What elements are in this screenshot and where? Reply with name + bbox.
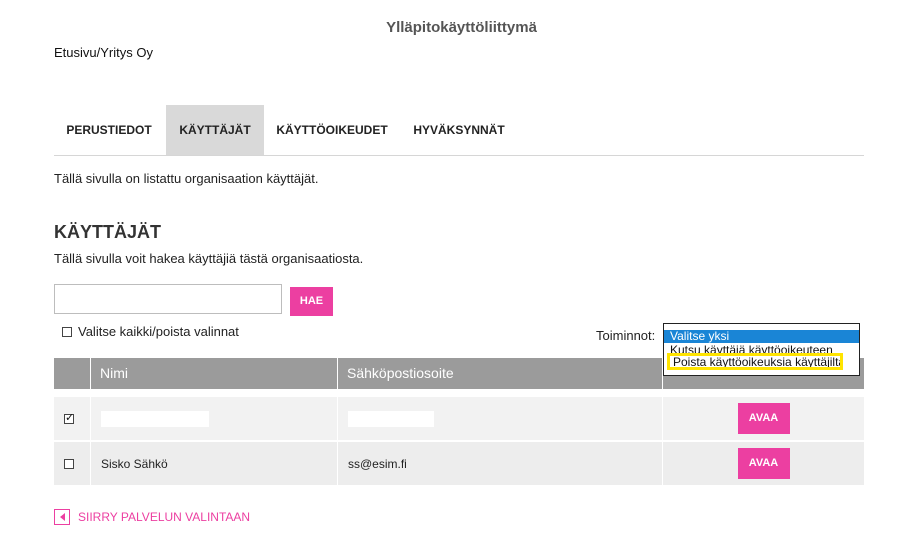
column-header-select bbox=[54, 358, 90, 389]
chevron-left-icon bbox=[54, 509, 70, 525]
dropdown-option-invite-user[interactable]: Kutsu käyttäjä käyttöoikeuteen bbox=[664, 344, 859, 353]
select-all[interactable]: Valitse kaikki/poista valinnat bbox=[62, 324, 239, 339]
breadcrumb-home-link[interactable]: Etusivu bbox=[54, 45, 97, 60]
column-header-name: Nimi bbox=[90, 358, 337, 389]
open-button[interactable]: AVAA bbox=[737, 403, 790, 434]
breadcrumb: Etusivu/Yritys Oy bbox=[54, 45, 153, 60]
dropdown-option-remove-rights[interactable]: Poista käyttöoikeuksia käyttäjiltä bbox=[667, 353, 843, 370]
tab-bar: PERUSTIEDOT KÄYTTÄJÄT KÄYTTÖOIKEUDET HYV… bbox=[54, 105, 864, 156]
row-action-cell: AVAA bbox=[662, 397, 864, 440]
column-header-email: Sähköpostiosoite bbox=[337, 358, 662, 389]
page-title: Ylläpitokäyttöliittymä bbox=[386, 19, 537, 36]
actions-dropdown[interactable]: Valitse yksi Kutsu käyttäjä käyttöoikeut… bbox=[663, 323, 860, 376]
row-checkbox[interactable] bbox=[64, 411, 74, 424]
row-action-cell: AVAA bbox=[662, 442, 864, 485]
back-to-service-link[interactable]: SIIRRY PALVELUN VALINTAAN bbox=[54, 509, 250, 525]
tab-hyvaksynnat[interactable]: HYVÄKSYNNÄT bbox=[402, 105, 516, 155]
search-input[interactable] bbox=[54, 284, 282, 314]
table-row: Sisko Sähkö ss@esim.fi AVAA bbox=[54, 440, 864, 485]
section-subtitle: Tällä sivulla voit hakea käyttäjiä tästä… bbox=[54, 251, 364, 266]
back-link-label: SIIRRY PALVELUN VALINTAAN bbox=[78, 510, 251, 524]
dropdown-option-select-one[interactable]: Valitse yksi bbox=[664, 330, 859, 343]
redacted-name bbox=[101, 410, 209, 427]
redacted-email bbox=[348, 410, 434, 427]
row-select-cell bbox=[54, 397, 90, 440]
users-table: Nimi Sähköpostiosoite AVAA Sisko Sähkö s… bbox=[54, 358, 864, 485]
open-button[interactable]: AVAA bbox=[737, 448, 790, 479]
section-heading: KÄYTTÄJÄT bbox=[54, 222, 161, 242]
row-select-cell bbox=[54, 442, 90, 485]
tab-perustiedot[interactable]: PERUSTIEDOT bbox=[54, 105, 164, 155]
row-email-cell: ss@esim.fi bbox=[337, 442, 662, 485]
actions-label: Toiminnot: bbox=[596, 328, 656, 343]
table-row: AVAA bbox=[54, 397, 864, 440]
intro-text: Tällä sivulla on listattu organisaation … bbox=[54, 171, 319, 186]
select-all-checkbox[interactable] bbox=[62, 327, 72, 337]
row-email-cell bbox=[337, 397, 662, 440]
breadcrumb-org: Yritys Oy bbox=[100, 45, 153, 60]
row-checkbox[interactable] bbox=[64, 458, 74, 469]
tab-kayttajat[interactable]: KÄYTTÄJÄT bbox=[166, 105, 264, 155]
select-all-label: Valitse kaikki/poista valinnat bbox=[78, 324, 239, 339]
row-name-cell: Sisko Sähkö bbox=[90, 442, 337, 485]
search-button[interactable]: HAE bbox=[290, 287, 333, 316]
row-name-cell bbox=[90, 397, 337, 440]
tab-kayttooikeudet[interactable]: KÄYTTÖOIKEUDET bbox=[266, 105, 398, 155]
